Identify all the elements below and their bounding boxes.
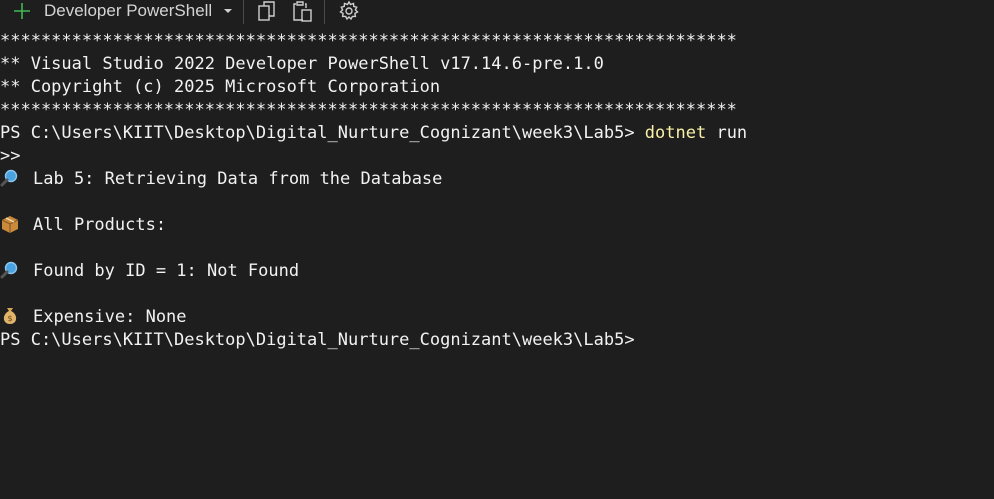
terminal-toolbar: Developer PowerShell — [0, 0, 994, 24]
banner-title: ** Visual Studio 2022 Developer PowerShe… — [0, 54, 604, 74]
banner-border-top: ****************************************… — [0, 31, 737, 51]
toolbar-divider — [243, 0, 244, 24]
magnifier-icon — [0, 261, 20, 279]
output-text: Lab 5: Retrieving Data from the Database — [33, 169, 443, 189]
output-line: $ Expensive: None — [0, 306, 994, 329]
banner-copyright: ** Copyright (c) 2025 Microsoft Corporat… — [0, 77, 441, 97]
command-name: dotnet — [644, 123, 707, 143]
paste-icon[interactable] — [291, 0, 313, 22]
copy-icon[interactable] — [256, 0, 278, 22]
money-bag-icon: $ — [0, 307, 20, 325]
output-text: Found by ID = 1: Not Found — [33, 261, 300, 281]
prompt-line: PS C:\Users\KIIT\Desktop\Digital_Nurture… — [0, 330, 635, 350]
svg-text:$: $ — [7, 314, 12, 323]
prompt: PS C:\Users\KIIT\Desktop\Digital_Nurture… — [0, 123, 645, 143]
command-line: PS C:\Users\KIIT\Desktop\Digital_Nurture… — [0, 122, 994, 145]
magnifier-icon — [0, 169, 20, 187]
new-terminal-button[interactable] — [12, 0, 32, 22]
banner-border-bottom: ****************************************… — [0, 100, 737, 120]
profile-label[interactable]: Developer PowerShell — [44, 1, 212, 21]
package-icon — [0, 215, 20, 233]
output-text: Expensive: None — [33, 307, 187, 327]
gear-icon[interactable] — [338, 0, 360, 22]
output-text: All Products: — [33, 215, 167, 235]
output-line: All Products: — [0, 214, 994, 237]
output-line: Lab 5: Retrieving Data from the Database — [0, 168, 994, 191]
profile-dropdown-button[interactable] — [223, 0, 233, 22]
plus-icon[interactable] — [12, 1, 32, 21]
terminal-output[interactable]: ****************************************… — [0, 30, 994, 352]
output-line: Found by ID = 1: Not Found — [0, 260, 994, 283]
copy-button[interactable] — [256, 0, 278, 22]
settings-button[interactable] — [338, 0, 360, 22]
toolbar-divider — [324, 0, 325, 24]
caret-down-icon[interactable] — [223, 6, 233, 16]
command-args: run — [706, 123, 748, 143]
continuation-prompt: >> — [0, 146, 21, 166]
paste-button[interactable] — [291, 0, 313, 22]
profile-selector[interactable]: Developer PowerShell — [44, 0, 212, 22]
